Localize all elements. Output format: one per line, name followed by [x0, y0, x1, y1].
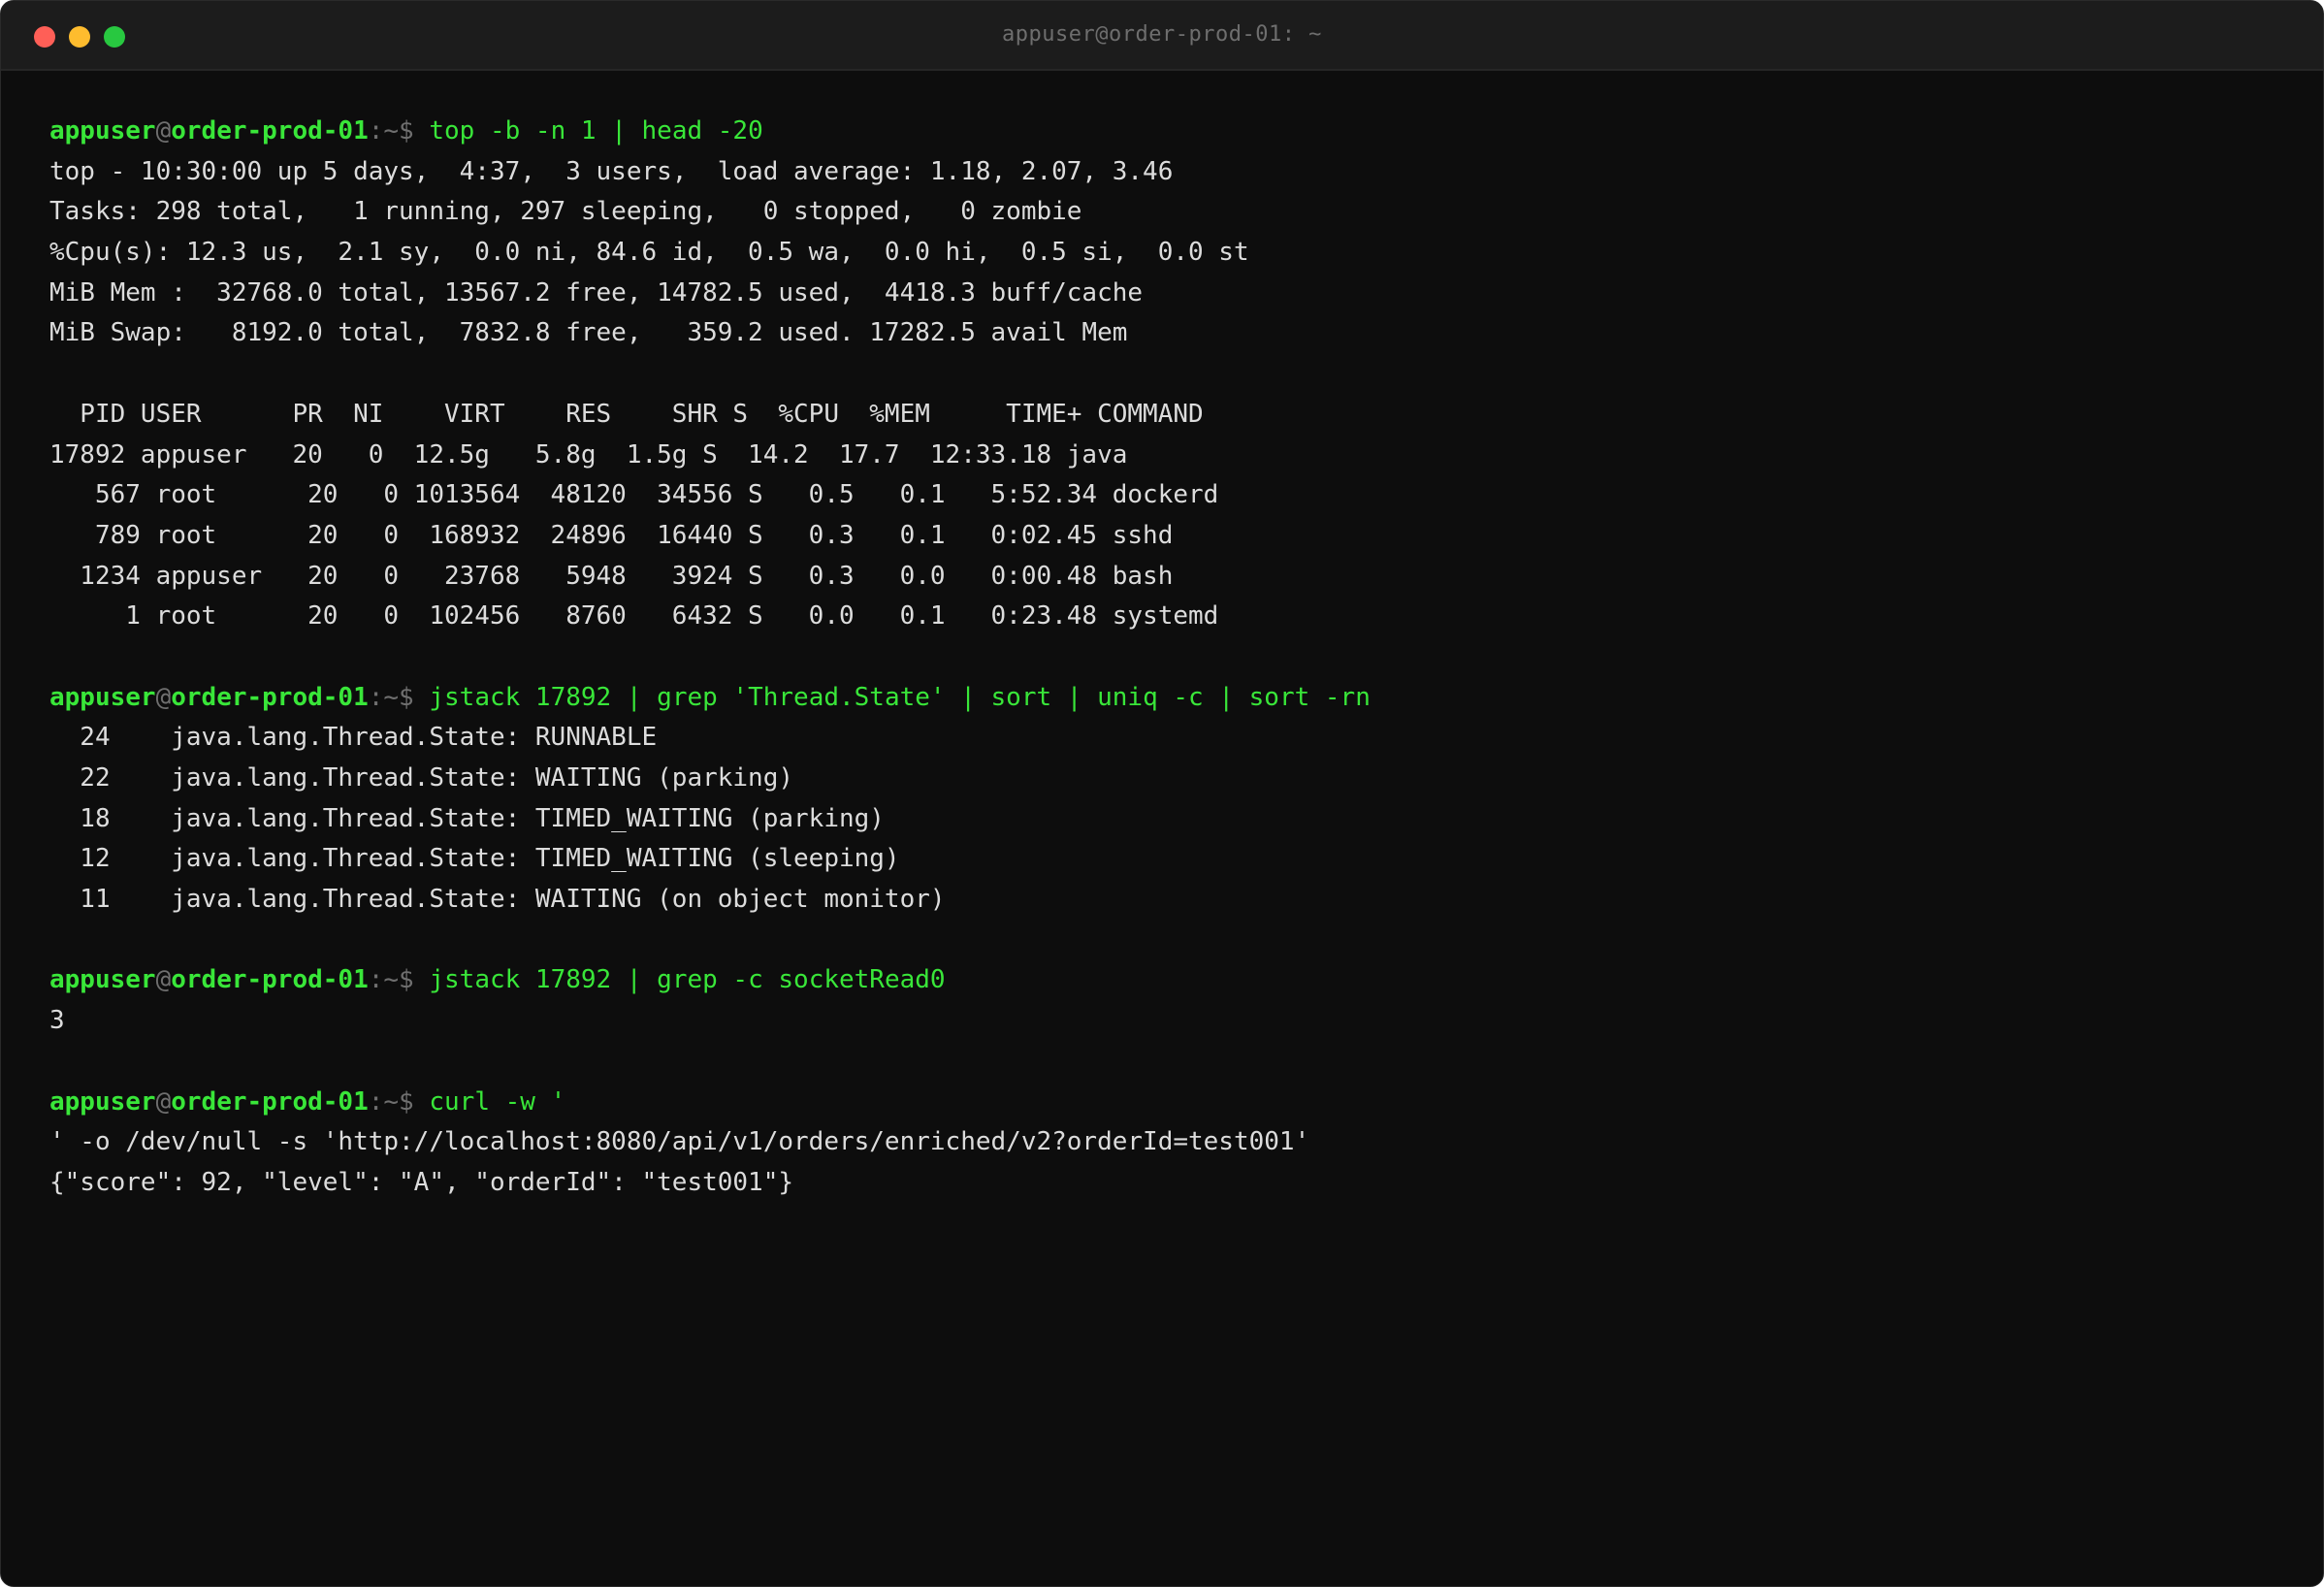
output-line: 1234 appuser 20 0 23768 5948 3924 S 0.3 … — [49, 561, 1174, 591]
prompt-at: @ — [155, 965, 172, 995]
prompt-host: order-prod-01 — [171, 116, 369, 146]
prompt-symbol: $ — [399, 116, 430, 146]
command-text: jstack 17892 | grep -c socketRead0 — [429, 965, 946, 995]
prompt-line: appuser@order-prod-01:~$ curl -w ' — [49, 1083, 2304, 1123]
output-line: MiB Swap: 8192.0 total, 7832.8 free, 359… — [49, 318, 1128, 348]
prompt-symbol: $ — [399, 965, 430, 995]
output-line: 789 root 20 0 168932 24896 16440 S 0.3 0… — [49, 520, 1174, 550]
command-text: curl -w ' — [429, 1086, 566, 1117]
prompt-host: order-prod-01 — [171, 682, 369, 712]
prompt-user: appuser — [49, 116, 156, 146]
prompt-line: appuser@order-prod-01:~$ top -b -n 1 | h… — [49, 112, 2304, 152]
output-line: %Cpu(s): 12.3 us, 2.1 sy, 0.0 ni, 84.6 i… — [49, 238, 1249, 268]
prompt-at: @ — [155, 116, 172, 146]
command-text: top -b -n 1 | head -20 — [429, 116, 763, 146]
prompt-path: :~ — [368, 1086, 400, 1117]
terminal-output[interactable]: appuser@order-prod-01:~$ top -b -n 1 | h… — [49, 112, 2304, 1204]
prompt-line: appuser@order-prod-01:~$ jstack 17892 | … — [49, 960, 2304, 1001]
command-text: jstack 17892 | grep 'Thread.State' | sor… — [429, 682, 1371, 712]
prompt-at: @ — [155, 1086, 172, 1117]
output-line: 11 java.lang.Thread.State: WAITING (on o… — [49, 885, 946, 915]
output-line: MiB Mem : 32768.0 total, 13567.2 free, 1… — [49, 277, 1144, 308]
output-line: top - 10:30:00 up 5 days, 4:37, 3 users,… — [49, 156, 1174, 186]
output-line: 567 root 20 0 1013564 48120 34556 S 0.5 … — [49, 480, 1219, 510]
output-line: 18 java.lang.Thread.State: TIMED_WAITING… — [49, 803, 885, 833]
output-line: 12 java.lang.Thread.State: TIMED_WAITING… — [49, 844, 900, 874]
terminal-window: appuser@order-prod-01: ~ appuser@order-p… — [0, 0, 2324, 1587]
title-bar: appuser@order-prod-01: ~ — [1, 1, 2323, 71]
output-line: 17892 appuser 20 0 12.5g 5.8g 1.5g S 14.… — [49, 439, 1128, 470]
output-line: 24 java.lang.Thread.State: RUNNABLE — [49, 723, 658, 753]
prompt-line: appuser@order-prod-01:~$ jstack 17892 | … — [49, 678, 2304, 719]
output-line: {"score": 92, "level": "A", "orderId": "… — [49, 1167, 794, 1197]
prompt-path: :~ — [368, 116, 400, 146]
prompt-user: appuser — [49, 682, 156, 712]
prompt-user: appuser — [49, 965, 156, 995]
output-line: Tasks: 298 total, 1 running, 297 sleepin… — [49, 197, 1082, 227]
output-line: 22 java.lang.Thread.State: WAITING (park… — [49, 763, 794, 793]
prompt-path: :~ — [368, 965, 400, 995]
prompt-at: @ — [155, 682, 172, 712]
prompt-symbol: $ — [399, 682, 430, 712]
prompt-host: order-prod-01 — [171, 965, 369, 995]
output-line: ' -o /dev/null -s 'http://localhost:8080… — [49, 1127, 1310, 1157]
output-line: PID USER PR NI VIRT RES SHR S %CPU %MEM … — [49, 399, 1204, 429]
prompt-symbol: $ — [399, 1086, 430, 1117]
window-title: appuser@order-prod-01: ~ — [1002, 22, 1322, 47]
output-line: 1 root 20 0 102456 8760 6432 S 0.0 0.1 0… — [49, 601, 1219, 632]
prompt-user: appuser — [49, 1086, 156, 1117]
prompt-host: order-prod-01 — [171, 1086, 369, 1117]
output-line: 3 — [49, 1006, 65, 1036]
prompt-path: :~ — [368, 682, 400, 712]
